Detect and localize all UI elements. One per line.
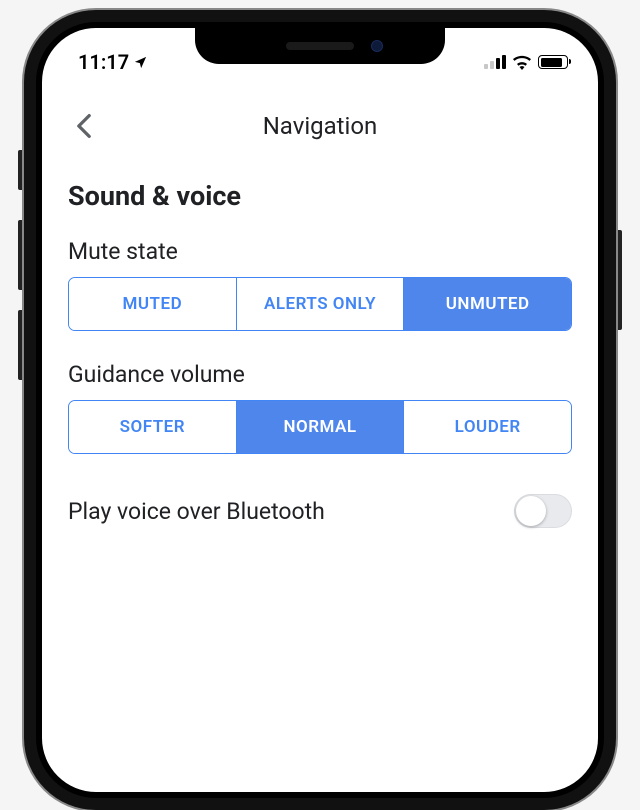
- earpiece-speaker: [286, 42, 354, 50]
- back-button[interactable]: [62, 104, 106, 148]
- volume-option-normal[interactable]: NORMAL: [237, 401, 405, 453]
- section-title: Sound & voice: [68, 180, 572, 212]
- phone-frame: 11:17 Navigation: [24, 10, 616, 810]
- bluetooth-label: Play voice over Bluetooth: [68, 498, 325, 525]
- mute-option-unmuted[interactable]: UNMUTED: [404, 278, 571, 330]
- toggle-knob: [516, 496, 546, 526]
- mute-state-label: Mute state: [68, 238, 572, 265]
- screen: 11:17 Navigation: [42, 28, 598, 792]
- battery-fill: [541, 58, 562, 67]
- guidance-volume-control: SOFTER NORMAL LOUDER: [68, 400, 572, 454]
- mute-state-control: MUTED ALERTS ONLY UNMUTED: [68, 277, 572, 331]
- mute-option-muted[interactable]: MUTED: [69, 278, 237, 330]
- guidance-volume-label: Guidance volume: [68, 361, 572, 388]
- settings-content: Sound & voice Mute state MUTED ALERTS ON…: [42, 176, 598, 538]
- cellular-icon: [484, 55, 506, 69]
- wifi-icon: [512, 55, 532, 70]
- power-button: [616, 230, 622, 330]
- status-indicators: [484, 55, 568, 70]
- chevron-left-icon: [76, 113, 92, 139]
- volume-option-softer[interactable]: SOFTER: [69, 401, 237, 453]
- battery-icon: [538, 55, 568, 69]
- front-camera: [371, 40, 383, 52]
- bluetooth-row: Play voice over Bluetooth: [68, 484, 572, 538]
- app-header: Navigation: [42, 84, 598, 176]
- location-icon: [133, 55, 148, 70]
- status-time: 11:17: [78, 50, 129, 74]
- phone-bezel: 11:17 Navigation: [36, 22, 604, 798]
- status-time-group: 11:17: [78, 50, 148, 74]
- mute-option-alerts-only[interactable]: ALERTS ONLY: [237, 278, 405, 330]
- bluetooth-toggle[interactable]: [514, 494, 572, 528]
- notch: [195, 28, 445, 64]
- page-title: Navigation: [263, 112, 378, 140]
- volume-option-louder[interactable]: LOUDER: [404, 401, 571, 453]
